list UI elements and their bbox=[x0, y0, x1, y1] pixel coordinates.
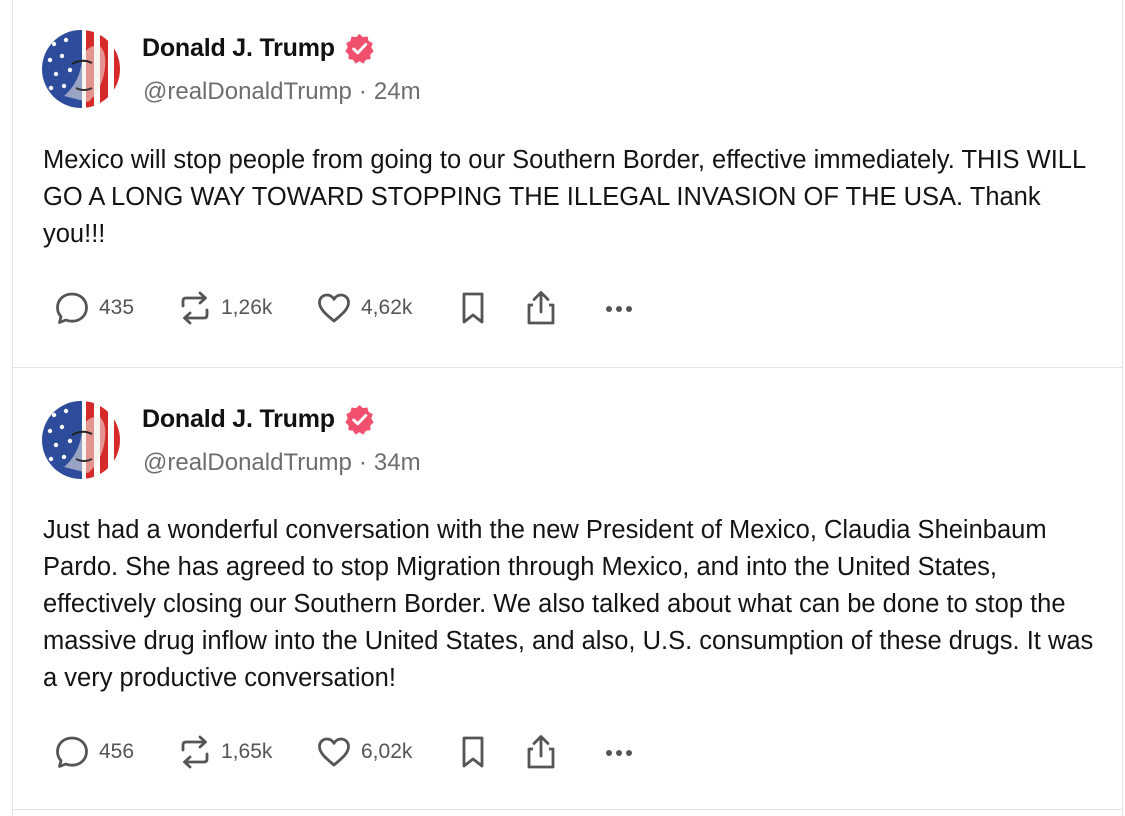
reply-button[interactable]: 435 bbox=[53, 288, 134, 328]
author-meta: @realDonaldTrump · 34m bbox=[143, 449, 421, 477]
retruth-count: 1,26k bbox=[221, 296, 273, 319]
reply-count: 456 bbox=[99, 740, 135, 763]
bookmark-icon bbox=[462, 736, 484, 768]
post-time[interactable]: 24m bbox=[374, 78, 421, 105]
post-actions: 435 1,26k 4,62k bbox=[53, 288, 673, 328]
separator-dot: · bbox=[358, 78, 367, 105]
author-meta: @realDonaldTrump · 24m bbox=[143, 78, 421, 106]
post-text: Just had a wonderful conversation with t… bbox=[43, 516, 1094, 692]
post[interactable]: Donald J. Trump @realDonaldTrump · 34m Jus… bbox=[13, 368, 1122, 810]
flag-portrait-avatar-icon bbox=[42, 30, 120, 108]
more-button[interactable] bbox=[599, 732, 639, 772]
retruth-icon bbox=[181, 291, 209, 325]
author-name-row: Donald J. Trump bbox=[142, 404, 375, 435]
post-actions: 456 1,65k 6,02k bbox=[53, 732, 673, 772]
author-avatar[interactable] bbox=[42, 30, 120, 108]
reply-button[interactable]: 456 bbox=[53, 732, 134, 772]
author-name-row: Donald J. Trump bbox=[142, 33, 375, 64]
verified-badge-icon bbox=[345, 404, 374, 435]
feed: Donald J. Trump @realDonaldTrump · 24m Mex… bbox=[12, 0, 1123, 816]
share-icon bbox=[527, 735, 555, 769]
bookmark-icon bbox=[462, 292, 484, 324]
post[interactable]: Donald J. Trump @realDonaldTrump · 24m Mex… bbox=[13, 0, 1122, 368]
share-button[interactable] bbox=[523, 732, 559, 772]
author-name[interactable]: Donald J. Trump bbox=[142, 34, 335, 63]
more-icon bbox=[606, 750, 632, 756]
post-time[interactable]: 34m bbox=[374, 449, 421, 476]
post-text: Mexico will stop people from going to ou… bbox=[43, 146, 1086, 248]
retruth-count: 1,65k bbox=[221, 740, 273, 763]
share-icon bbox=[527, 291, 555, 325]
bookmark-button[interactable] bbox=[458, 288, 488, 328]
bookmark-button[interactable] bbox=[458, 732, 488, 772]
like-count: 6,02k bbox=[361, 740, 413, 763]
separator-dot: · bbox=[358, 449, 367, 476]
heart-icon bbox=[318, 293, 350, 323]
retruth-button[interactable]: 1,26k bbox=[177, 288, 272, 328]
share-button[interactable] bbox=[523, 288, 559, 328]
reply-icon bbox=[56, 736, 88, 768]
verified-badge-icon bbox=[345, 33, 374, 64]
reply-icon bbox=[56, 292, 88, 324]
author-name[interactable]: Donald J. Trump bbox=[142, 405, 335, 434]
author-handle[interactable]: @realDonaldTrump bbox=[143, 78, 352, 105]
like-count: 4,62k bbox=[361, 296, 413, 319]
reply-count: 435 bbox=[99, 296, 135, 319]
author-avatar[interactable] bbox=[42, 401, 120, 479]
author-handle[interactable]: @realDonaldTrump bbox=[143, 449, 352, 476]
like-button[interactable]: 4,62k bbox=[315, 288, 412, 328]
like-button[interactable]: 6,02k bbox=[315, 732, 412, 772]
heart-icon bbox=[318, 737, 350, 767]
retruth-icon bbox=[181, 735, 209, 769]
retruth-button[interactable]: 1,65k bbox=[177, 732, 272, 772]
flag-portrait-avatar-icon bbox=[42, 401, 120, 479]
more-button[interactable] bbox=[599, 288, 639, 328]
more-icon bbox=[606, 306, 632, 312]
